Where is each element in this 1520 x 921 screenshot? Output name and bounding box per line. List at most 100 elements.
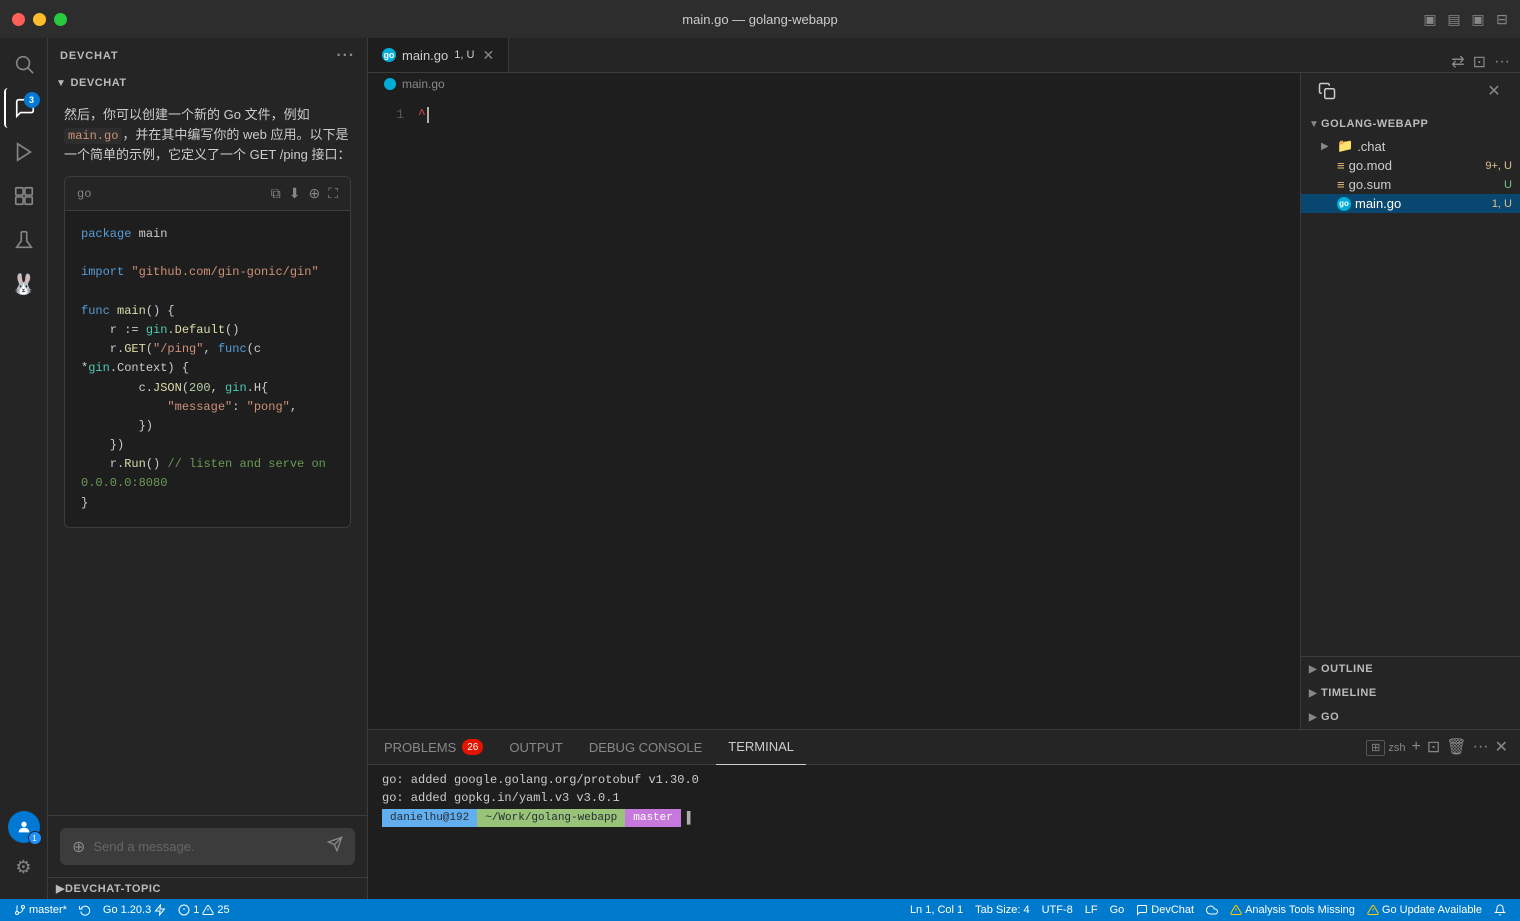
- chat-input-box: ⊕: [60, 828, 355, 865]
- status-sync[interactable]: [73, 899, 97, 921]
- mod-file-icon: ≡: [1337, 158, 1345, 173]
- panel-tab-debug[interactable]: DEBUG CONSOLE: [577, 730, 714, 765]
- zsh-icon: ⊞: [1366, 740, 1385, 756]
- insert-icon[interactable]: ⬇: [289, 183, 301, 204]
- chevron-down-icon: ▼: [56, 78, 66, 89]
- status-language[interactable]: Go: [1104, 899, 1131, 921]
- close-panel-icon[interactable]: ✕: [1495, 737, 1508, 757]
- panel-tab-output[interactable]: OUTPUT: [497, 730, 574, 765]
- close-dot[interactable]: [12, 13, 25, 26]
- activity-run[interactable]: [4, 132, 44, 172]
- breadcrumb-filename: main.go: [402, 77, 445, 91]
- tree-item-label: go.sum: [1349, 177, 1392, 192]
- activity-settings[interactable]: ⚙: [4, 847, 44, 887]
- panel-tab-terminal[interactable]: TERMINAL: [716, 730, 806, 765]
- more-terminal-icon[interactable]: ···: [1473, 738, 1489, 756]
- explorer-section-header[interactable]: ▼ GOLANG-WEBAPP: [1301, 112, 1520, 136]
- tab-badge: 1, U: [454, 49, 474, 61]
- send-icon[interactable]: [327, 836, 343, 857]
- prompt-cursor: ▌: [687, 809, 694, 827]
- panel-tab-problems[interactable]: PROBLEMS 26: [372, 730, 495, 765]
- position-text: Ln 1, Col 1: [910, 904, 963, 916]
- kill-terminal-icon[interactable]: 🗑: [1446, 737, 1466, 757]
- close-sidebar-icon[interactable]: ✕: [1480, 77, 1508, 105]
- explorer-chevron-icon: ▼: [1309, 119, 1321, 130]
- devchat-badge: 3: [24, 92, 40, 108]
- empty-chevron: [1321, 160, 1333, 171]
- panel-toggle-icon[interactable]: ▣: [1470, 11, 1486, 27]
- terminal-line-1: go: added google.golang.org/protobuf v1.…: [382, 771, 1506, 789]
- update-warning-icon: [1367, 904, 1379, 916]
- tab-main-go[interactable]: go main.go 1, U ✕: [368, 38, 509, 72]
- activity-extensions[interactable]: [4, 176, 44, 216]
- layout-icon[interactable]: ⊟: [1494, 11, 1510, 27]
- code-inline: main.go: [64, 128, 122, 144]
- empty-chevron: [1321, 198, 1333, 209]
- copy-icon[interactable]: ⧉: [271, 183, 281, 204]
- tree-maingo-file[interactable]: go main.go 1, U: [1301, 194, 1520, 213]
- activity-lab[interactable]: [4, 220, 44, 260]
- activity-search[interactable]: [4, 44, 44, 84]
- outline-header[interactable]: ▶ OUTLINE: [1301, 657, 1520, 681]
- tree-gomod-file[interactable]: ≡ go.mod 9+, U: [1301, 156, 1520, 175]
- tab-close-icon[interactable]: ✕: [482, 47, 494, 64]
- devchat-topic-header[interactable]: ▶ DEVCHAT-TOPIC: [48, 877, 367, 899]
- tree-badge-gomod: 9+, U: [1485, 160, 1512, 172]
- status-branch[interactable]: master*: [8, 899, 73, 921]
- devchat-status-icon: [1136, 904, 1148, 916]
- editor-toggle-icon[interactable]: ▤: [1446, 11, 1462, 27]
- tree-badge-gosum: U: [1504, 179, 1512, 191]
- editor-breadcrumb: main.go: [368, 73, 1300, 95]
- timeline-header[interactable]: ▶ TIMELINE: [1301, 681, 1520, 705]
- status-cloud[interactable]: [1200, 899, 1224, 921]
- status-errors[interactable]: 1 25: [172, 899, 235, 921]
- status-encoding[interactable]: UTF-8: [1036, 899, 1079, 921]
- activity-devchat[interactable]: 3: [4, 88, 44, 128]
- status-go-update[interactable]: Go Update Available: [1361, 899, 1488, 921]
- main-container: 3 🐰 1 ⚙ DEVCHA: [0, 38, 1520, 899]
- window-title: main.go — golang-webapp: [682, 12, 837, 27]
- problems-label: PROBLEMS: [384, 740, 456, 755]
- status-go-version[interactable]: Go 1.20.3: [97, 899, 172, 921]
- chat-input[interactable]: [93, 839, 319, 854]
- sidebar-more-icon[interactable]: ···: [336, 47, 355, 65]
- branch-name: master*: [29, 904, 67, 916]
- chat-content: 然后，你可以创建一个新的 Go 文件，例如 main.go，并在其中编写你的 w…: [48, 93, 367, 815]
- status-devchat[interactable]: DevChat: [1130, 899, 1200, 921]
- status-notifications[interactable]: [1488, 899, 1512, 921]
- panel-actions: ⊞ zsh + ⊡ 🗑 ··· ✕: [1358, 737, 1516, 757]
- minimize-dot[interactable]: [33, 13, 46, 26]
- split-terminal-icon[interactable]: ⊡: [1427, 737, 1440, 757]
- devchat-section-header[interactable]: ▼ DEVCHAT: [48, 73, 367, 93]
- tree-item-label: main.go: [1355, 196, 1401, 211]
- chat-text: 然后，你可以创建一个新的 Go 文件，例如 main.go，并在其中编写你的 w…: [64, 105, 351, 164]
- go-version-text: Go 1.20.3: [103, 904, 151, 916]
- diff-icon[interactable]: ⊕: [308, 183, 320, 204]
- go-file-icon: go: [382, 48, 396, 62]
- activity-rabbit[interactable]: 🐰: [4, 264, 44, 304]
- add-terminal-icon[interactable]: +: [1412, 738, 1421, 756]
- status-position[interactable]: Ln 1, Col 1: [904, 899, 969, 921]
- sidebar-toggle-icon[interactable]: ▣: [1422, 11, 1438, 27]
- expand-icon[interactable]: ⛶: [328, 183, 338, 204]
- more-actions-icon[interactable]: ···: [1494, 53, 1510, 71]
- titlebar-right-controls: ▣ ▤ ▣ ⊟: [1422, 11, 1510, 27]
- status-analysis-tools[interactable]: Analysis Tools Missing: [1224, 899, 1361, 921]
- status-line-ending[interactable]: LF: [1079, 899, 1104, 921]
- status-tab-size[interactable]: Tab Size: 4: [969, 899, 1035, 921]
- editor-content[interactable]: ^: [418, 95, 1300, 729]
- account-avatar[interactable]: 1: [8, 811, 40, 843]
- maximize-dot[interactable]: [54, 13, 67, 26]
- tree-chat-folder[interactable]: ▶ 📁 .chat: [1301, 136, 1520, 156]
- compare-icon[interactable]: ⇄: [1451, 52, 1464, 72]
- right-sidebar-header: ✕: [1301, 73, 1520, 108]
- language-text: Go: [1110, 904, 1125, 916]
- editor-body[interactable]: 1 ^: [368, 95, 1300, 729]
- sidebar-header-icons: ···: [336, 47, 355, 65]
- go-header[interactable]: ▶ GO: [1301, 705, 1520, 729]
- tree-gosum-file[interactable]: ≡ go.sum U: [1301, 175, 1520, 194]
- add-icon[interactable]: ⊕: [72, 837, 85, 857]
- split-editor-icon[interactable]: ⊡: [1473, 52, 1486, 72]
- copy-sidebar-icon[interactable]: [1313, 77, 1341, 105]
- window-controls: [12, 13, 67, 26]
